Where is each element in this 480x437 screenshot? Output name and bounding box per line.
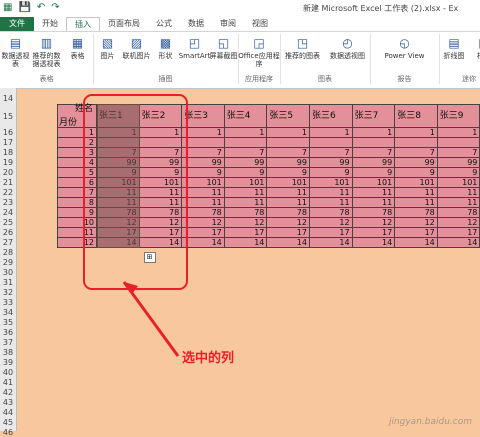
ribbon-icon: ◱ — [217, 36, 230, 50]
ribbon-button-0-0[interactable]: ▤ 数据透视表 — [0, 36, 31, 68]
ribbon: ▤ 数据透视表 ▥ 推荐的数据透视表 ▦ 表格 表格 ▧ 图片 ▨ 联机图片 ▩ 形状 ◰ SmartArt… — [0, 31, 480, 89]
ribbon-icon: ▥ — [40, 36, 53, 50]
ribbon-button-4-0[interactable]: ◵ Power View — [370, 36, 439, 60]
annotation-label: 选中的列 — [182, 351, 235, 366]
tab-3[interactable]: 页面布局 — [100, 17, 148, 31]
tab-4[interactable]: 公式 — [148, 17, 180, 31]
watermark: jingyan.baidu.com — [388, 417, 472, 427]
ribbon-group-name: 报告 — [397, 75, 412, 83]
ribbon-icon: ▦ — [71, 36, 84, 50]
ribbon-icon: ◲ — [253, 36, 265, 50]
ribbon-button-1-2[interactable]: ▩ 形状 — [151, 36, 180, 60]
ribbon-button-5-0[interactable]: ▤ 折线图 — [439, 36, 469, 60]
ribbon-group-2: ◲ Office应用程序应用程序 — [238, 34, 281, 84]
excel-logo-icon: ▦ — [3, 2, 13, 13]
ribbon-button-label: 推荐的图表 — [285, 52, 320, 60]
ribbon-icon: ▨ — [130, 36, 143, 50]
ribbon-icon: ▧ — [101, 36, 114, 50]
window-title: 新建 Microsoft Excel 工作表 (2).xlsx - Ex — [303, 4, 459, 13]
undo-icon[interactable]: ↶ — [37, 2, 45, 13]
tab-2[interactable]: 插入 — [66, 17, 100, 31]
ribbon-button-label: SmartArt — [178, 52, 211, 60]
ribbon-button-label: 推荐的数据透视表 — [32, 52, 61, 68]
tab-6[interactable]: 审阅 — [212, 17, 244, 31]
ribbon-button-label: Power View — [384, 52, 425, 60]
ribbon-group-5: ▤ 折线图 ▥柱形迷你 — [439, 34, 480, 84]
ribbon-group-4: ◵ Power View 报告 — [370, 34, 440, 84]
ribbon-button-label: 图片 — [100, 52, 115, 60]
ribbon-icon: ◴ — [342, 36, 353, 50]
ribbon-group-name: 图表 — [318, 75, 332, 83]
redo-icon[interactable]: ↷ — [51, 2, 59, 13]
ribbon-group-name: 插图 — [158, 75, 173, 83]
annotation-arrow — [122, 281, 180, 357]
ribbon-icon: ▤ — [9, 36, 22, 50]
ribbon-icon: ◳ — [296, 36, 309, 50]
save-icon[interactable]: 💾 — [18, 2, 30, 13]
ribbon-icon: ▩ — [159, 36, 172, 50]
ribbon-tabs: 文件 开始 插入 页面布局 公式 数据 审阅 视图 — [0, 17, 480, 31]
ribbon-button-2-0[interactable]: ◲ Office应用程序 — [238, 36, 280, 68]
ribbon-button-3-0[interactable]: ◳ 推荐的图表 — [280, 36, 325, 60]
ribbon-button-0-2[interactable]: ▦ 表格 — [62, 36, 93, 60]
tab-5[interactable]: 数据 — [180, 17, 212, 31]
ribbon-button-1-0[interactable]: ▧ 图片 — [93, 36, 122, 60]
ribbon-button-3-1[interactable]: ◴ 数据透视图 — [325, 36, 370, 60]
ribbon-button-1-4[interactable]: ◱ 屏幕截图 — [209, 36, 238, 60]
ribbon-button-label: 联机图片 — [122, 52, 151, 60]
title-bar: ▦ 💾 ↶ ↷ 新建 Microsoft Excel 工作表 (2).xlsx … — [0, 0, 480, 17]
quick-access-toolbar: ▦ 💾 ↶ ↷ — [3, 2, 60, 13]
ribbon-button-1-3[interactable]: ◰ SmartArt — [178, 36, 211, 60]
ribbon-group-1: ▧ 图片 ▨ 联机图片 ▩ 形状 ◰ SmartArt ◱ 屏幕截图插图 — [93, 34, 239, 84]
worksheet[interactable]: 14 15 16 17 18 19 20 21 22 23 24 25 26 27 28 29 30 31 32 33… — [0, 88, 480, 437]
ribbon-button-label: 表格 — [70, 52, 85, 60]
ribbon-button-label: 数据透视图 — [330, 52, 365, 60]
ribbon-group-name: 应用程序 — [245, 75, 273, 83]
ribbon-group-name: 表格 — [39, 75, 54, 83]
ribbon-icon: ◰ — [188, 36, 201, 50]
ribbon-button-5-1[interactable]: ▥柱形 — [469, 36, 480, 60]
ribbon-button-label: 形状 — [158, 52, 173, 60]
ribbon-button-1-1[interactable]: ▨ 联机图片 — [122, 36, 151, 60]
tab-1[interactable]: 开始 — [34, 17, 66, 31]
ribbon-group-name: 迷你 — [462, 75, 476, 83]
ribbon-button-label: 数据透视表 — [1, 52, 30, 68]
ribbon-button-label: Office应用程序 — [238, 52, 280, 68]
ribbon-icon: ◵ — [399, 36, 410, 50]
ribbon-button-0-1[interactable]: ▥ 推荐的数据透视表 — [31, 36, 62, 68]
ribbon-group-0: ▤ 数据透视表 ▥ 推荐的数据透视表 ▦ 表格 表格 — [0, 34, 94, 84]
ribbon-icon: ▤ — [448, 36, 460, 50]
ribbon-button-label: 折线图 — [443, 52, 465, 60]
tab-0[interactable]: 文件 — [0, 17, 34, 31]
ribbon-group-3: ◳ 推荐的图表 ◴ 数据透视图图表 — [280, 34, 371, 84]
tab-7[interactable]: 视图 — [244, 17, 276, 31]
ribbon-button-label: 屏幕截图 — [209, 52, 238, 60]
